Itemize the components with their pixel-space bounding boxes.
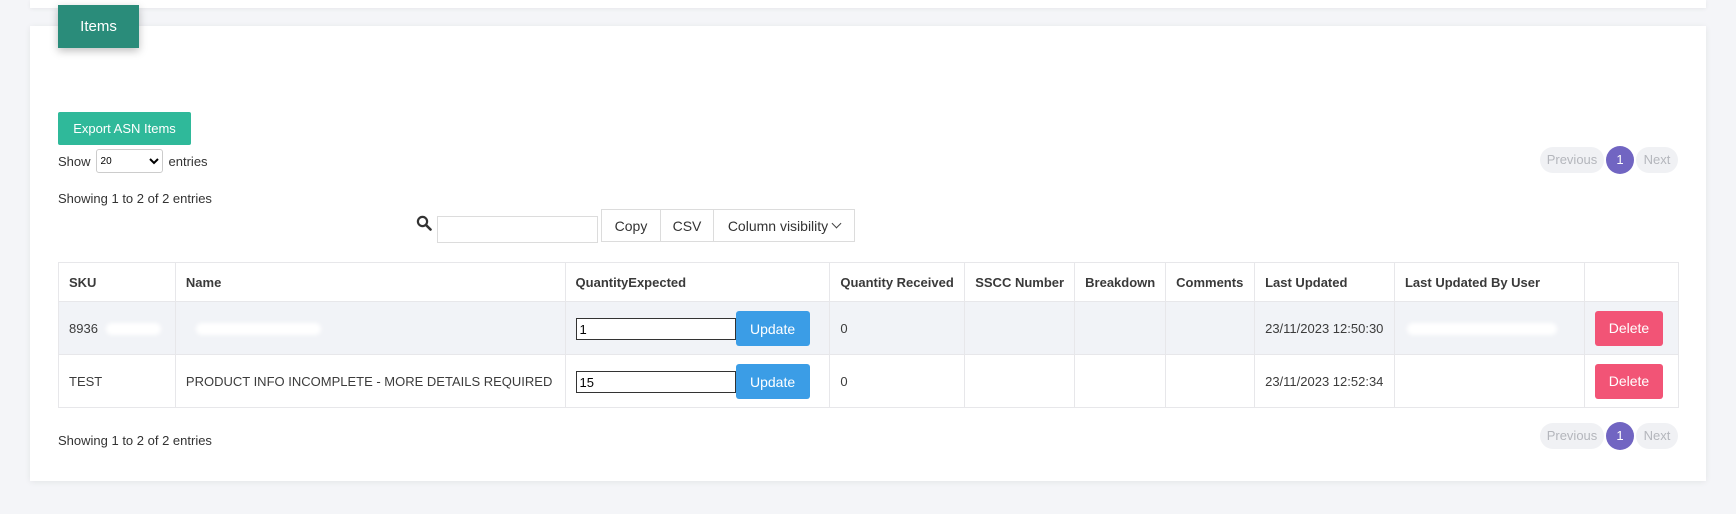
table-buttons: Copy CSV Column visibility	[601, 209, 855, 242]
cell-breakdown	[1074, 354, 1167, 408]
copy-button[interactable]: Copy	[601, 209, 661, 242]
items-tab: Items	[58, 5, 139, 48]
table-info-top: Showing 1 to 2 of 2 entries	[58, 191, 212, 206]
cell-quantity-received: 0	[829, 301, 966, 355]
cell-sku: 8936	[58, 301, 176, 355]
table-row: 8936 Update 0 23/11/2023 12:50:30 Delete	[58, 301, 1680, 355]
table-row: TEST PRODUCT INFO INCOMPLETE - MORE DETA…	[58, 354, 1680, 408]
redacted-user-mask	[1406, 323, 1557, 336]
cell-actions: Delete	[1583, 354, 1680, 408]
top-card	[30, 0, 1706, 8]
header-sscc-number[interactable]: SSCC Number	[964, 262, 1076, 302]
header-quantity-expected[interactable]: QuantityExpected	[564, 262, 831, 302]
cell-quantity-expected: Update	[564, 301, 831, 355]
page-1-button[interactable]: 1	[1606, 146, 1634, 174]
entries-label: entries	[168, 153, 208, 169]
cell-last-updated-by-user	[1393, 354, 1585, 408]
cell-last-updated-by-user	[1393, 301, 1585, 355]
header-quantity-received[interactable]: Quantity Received	[829, 262, 966, 302]
search-input[interactable]	[437, 216, 598, 243]
quantity-expected-input[interactable]	[575, 371, 736, 393]
delete-button[interactable]: Delete	[1594, 310, 1663, 346]
cell-last-updated: 23/11/2023 12:52:34	[1254, 354, 1395, 408]
pagination-top: Previous 1 Next	[1540, 146, 1678, 174]
delete-button[interactable]: Delete	[1594, 363, 1663, 399]
header-name[interactable]: Name	[174, 262, 566, 302]
csv-button[interactable]: CSV	[661, 209, 714, 242]
redacted-name-mask	[195, 323, 321, 336]
cell-breakdown	[1074, 301, 1167, 355]
cell-name: PRODUCT INFO INCOMPLETE - MORE DETAILS R…	[174, 354, 566, 408]
cell-quantity-received: 0	[829, 354, 966, 408]
header-breakdown[interactable]: Breakdown	[1074, 262, 1167, 302]
cell-quantity-expected: Update	[564, 354, 831, 408]
cell-comments	[1165, 354, 1256, 408]
cell-actions: Delete	[1583, 301, 1680, 355]
quantity-expected-input[interactable]	[575, 318, 736, 340]
header-actions	[1583, 262, 1680, 302]
table-info-bottom: Showing 1 to 2 of 2 entries	[58, 433, 212, 448]
column-visibility-button[interactable]: Column visibility	[714, 209, 855, 242]
header-last-updated[interactable]: Last Updated	[1254, 262, 1395, 302]
show-label: Show	[58, 153, 91, 169]
update-button[interactable]: Update	[735, 364, 810, 399]
page-1-button[interactable]: 1	[1606, 422, 1634, 450]
chevron-down-icon	[831, 218, 842, 229]
entries-length-control: Show 20 entries	[58, 149, 208, 173]
entries-per-page-select[interactable]: 20	[95, 149, 163, 173]
next-page-button[interactable]: Next	[1636, 147, 1678, 173]
previous-page-button[interactable]: Previous	[1540, 423, 1604, 449]
header-comments[interactable]: Comments	[1165, 262, 1256, 302]
cell-sscc-number	[964, 354, 1076, 408]
update-button[interactable]: Update	[735, 311, 810, 346]
column-visibility-label: Column visibility	[727, 217, 829, 234]
items-card	[30, 26, 1706, 481]
cell-sscc-number	[964, 301, 1076, 355]
asn-items-table: SKU Name QuantityExpected Quantity Recei…	[58, 262, 1680, 408]
previous-page-button[interactable]: Previous	[1540, 147, 1604, 173]
table-header-row: SKU Name QuantityExpected Quantity Recei…	[58, 262, 1680, 302]
cell-sku: TEST	[58, 354, 176, 408]
cell-name	[174, 301, 566, 355]
pagination-bottom: Previous 1 Next	[1540, 422, 1678, 450]
next-page-button[interactable]: Next	[1636, 423, 1678, 449]
sku-text: 8936	[69, 320, 98, 336]
export-asn-items-button[interactable]: Export ASN Items	[58, 112, 191, 145]
header-last-updated-by-user[interactable]: Last Updated By User	[1393, 262, 1585, 302]
cell-comments	[1165, 301, 1256, 355]
redacted-sku-mask	[105, 323, 161, 336]
header-sku[interactable]: SKU	[58, 262, 176, 302]
search-icon	[416, 215, 432, 231]
cell-last-updated: 23/11/2023 12:50:30	[1254, 301, 1395, 355]
